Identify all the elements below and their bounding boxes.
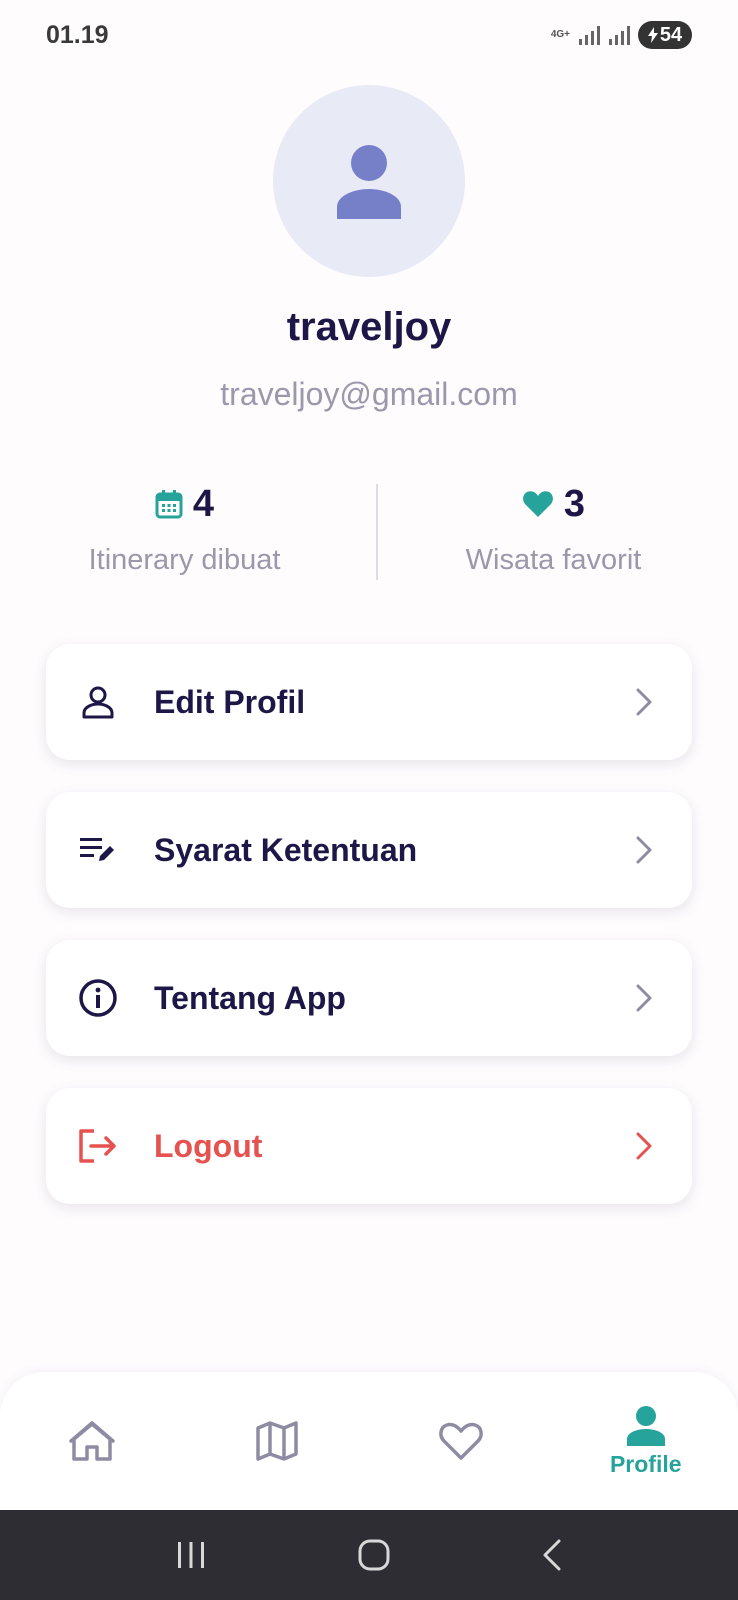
chevron-right-icon [632,1128,656,1164]
signal-icon-2 [609,26,630,45]
person-icon [626,1405,665,1446]
logout-button[interactable]: Logout [46,1088,692,1204]
chevron-right-icon [632,980,656,1016]
person-outline-icon [78,682,118,722]
network-type: 4G+ [550,29,570,40]
calendar-icon [155,490,183,519]
info-icon [78,978,118,1018]
status-bar: 01.19 4G+ 54 [0,0,738,70]
home-button-icon[interactable] [357,1538,391,1572]
battery-level: 54 [659,23,683,46]
back-icon[interactable] [540,1538,564,1572]
chevron-right-icon [632,684,656,720]
edit-note-icon [78,830,118,870]
battery-indicator: 54 [638,21,692,49]
logout-label: Logout [154,1127,263,1164]
map-icon [256,1421,298,1461]
avatar[interactable] [273,85,465,277]
terms-label: Syarat Ketentuan [154,831,418,868]
stat-favorites: 3 Wisata favorit [369,480,738,580]
about-app-label: Tentang App [154,979,346,1016]
stat-favorites-label: Wisata favorit [465,544,642,576]
signal-icon [579,26,600,45]
person-icon [337,145,401,219]
profile-email: traveljoy@gmail.com [220,376,518,412]
stat-itinerary-label: Itinerary dibuat [88,544,281,576]
heart-outline-icon [439,1422,484,1460]
terms-button[interactable]: Syarat Ketentuan [46,792,692,908]
chevron-right-icon [632,832,656,868]
stat-itinerary-value: 4 [192,482,215,525]
stats-divider [376,484,378,580]
profile-name: traveljoy [286,305,452,349]
nav-map[interactable] [185,1372,370,1510]
logout-icon [78,1126,118,1166]
recent-apps-icon[interactable] [174,1540,208,1570]
heart-icon [523,491,553,517]
nav-home[interactable] [0,1372,185,1510]
edit-profile-button[interactable]: Edit Profil [46,644,692,760]
edit-profile-label: Edit Profil [154,683,306,720]
charging-icon [647,27,658,43]
bottom-nav: Profile [0,1372,738,1510]
nav-favorites[interactable] [369,1372,554,1510]
stat-itinerary: 4 Itinerary dibuat [0,480,369,580]
stat-favorites-value: 3 [563,482,586,525]
home-icon [69,1421,115,1461]
nav-profile[interactable]: Profile [554,1372,738,1510]
status-icons: 4G+ 54 [551,21,692,49]
profile-stats: 4 Itinerary dibuat 3 Wisata favorit [0,480,738,580]
about-app-button[interactable]: Tentang App [46,940,692,1056]
status-time: 01.19 [46,20,109,49]
nav-profile-label: Profile [609,1450,682,1477]
system-nav-bar [0,1510,738,1600]
